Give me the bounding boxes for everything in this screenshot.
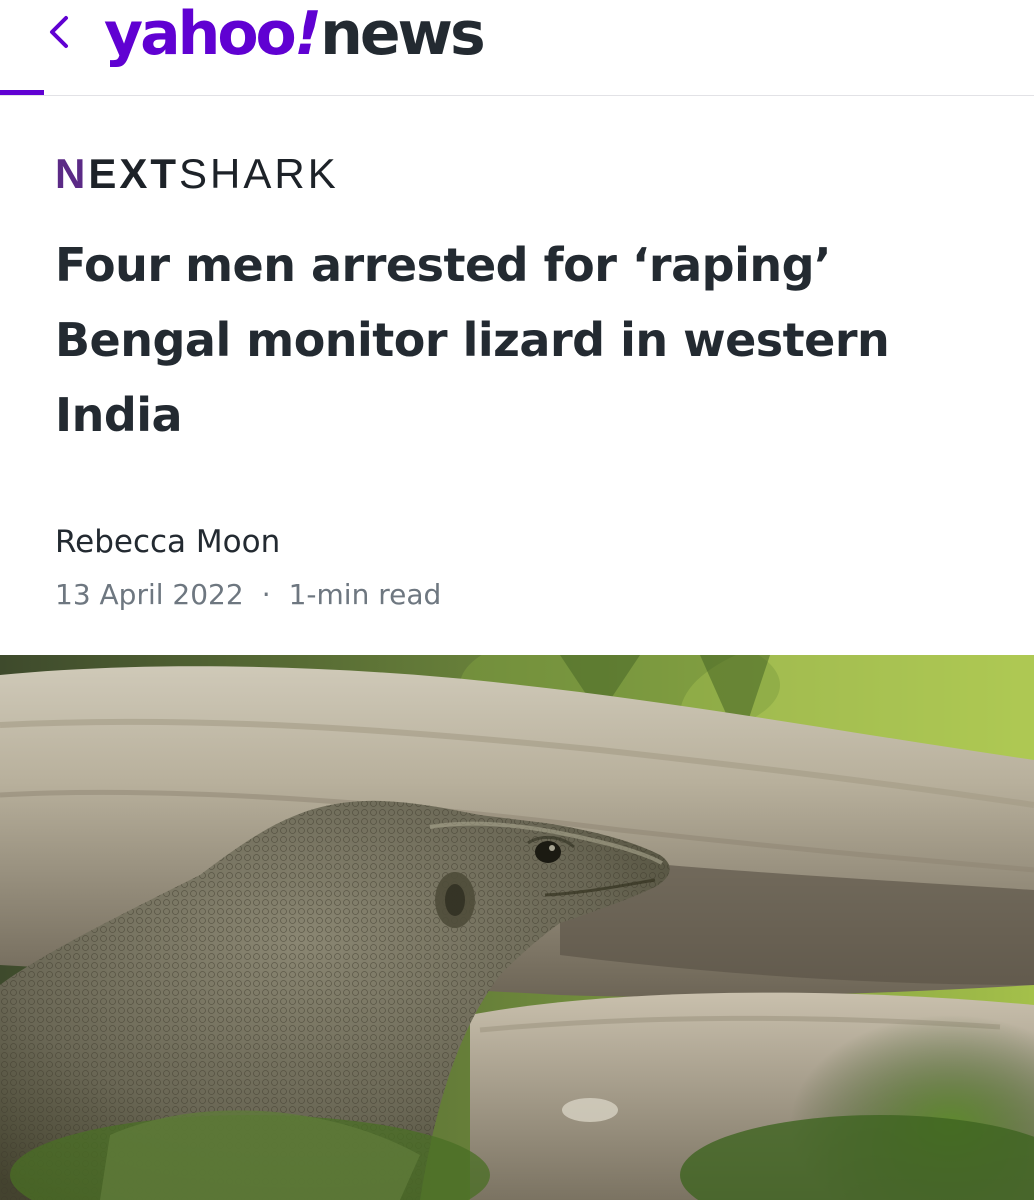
back-button[interactable] (38, 6, 78, 58)
monitor-lizard-photo (0, 655, 1034, 1200)
publisher-logo-rest: SHARK (179, 150, 339, 197)
yahoo-news-logo[interactable]: yahoo! news (104, 0, 486, 74)
chevron-left-icon (50, 16, 68, 48)
article-page: yahoo! news NEXTSHARK Four men arrested f… (0, 0, 1034, 1200)
publisher-logo-initial: N (55, 150, 89, 197)
app-header: yahoo! news (0, 0, 1034, 96)
hero-image[interactable] (0, 655, 1034, 1200)
read-time: 1-min read (288, 578, 442, 611)
logo-news-text: news (320, 0, 486, 69)
article-meta: 13 April 2022 · 1-min read (55, 575, 441, 615)
publish-date: 13 April 2022 (55, 578, 244, 611)
author-name[interactable]: Rebecca Moon (55, 522, 280, 562)
meta-separator: · (261, 578, 271, 611)
publisher-logo[interactable]: NEXTSHARK (55, 151, 339, 197)
publisher-logo-bold: EXT (88, 150, 180, 197)
logo-yahoo-text: yahoo (104, 0, 297, 69)
active-tab-indicator (0, 90, 44, 95)
article-headline: Four men arrested for ‘raping’ Bengal mo… (55, 238, 890, 442)
